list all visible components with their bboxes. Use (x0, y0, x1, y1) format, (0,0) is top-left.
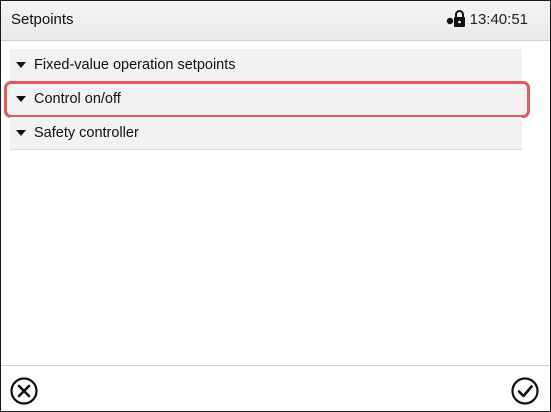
footer-bar (1, 365, 550, 411)
expand-triangle-icon (16, 62, 26, 68)
menu-item-control-on-off[interactable]: Control on/off (4, 81, 530, 118)
status-area: 13:40:51 (446, 10, 528, 28)
menu-item-label: Control on/off (34, 91, 121, 107)
menu-item-label: Fixed-value operation setpoints (34, 57, 236, 73)
lock-icon (446, 10, 465, 27)
setpoints-menu: Fixed-value operation setpoints Control … (4, 49, 530, 150)
expand-triangle-icon (16, 96, 26, 102)
page-title: Setpoints (11, 11, 74, 28)
circled-check-icon[interactable] (510, 376, 540, 406)
menu-item-safety-controller[interactable]: Safety controller (10, 117, 522, 150)
circled-x-icon[interactable] (9, 376, 39, 406)
menu-item-label: Safety controller (34, 125, 139, 141)
title-bar: Setpoints 13:40:51 (1, 1, 550, 41)
menu-item-fixed-value-setpoints[interactable]: Fixed-value operation setpoints (10, 49, 522, 82)
setpoints-window: Setpoints 13:40:51 Fixed-value operation… (0, 0, 551, 412)
clock-time: 13:40:51 (469, 10, 528, 28)
expand-triangle-icon (16, 130, 26, 136)
